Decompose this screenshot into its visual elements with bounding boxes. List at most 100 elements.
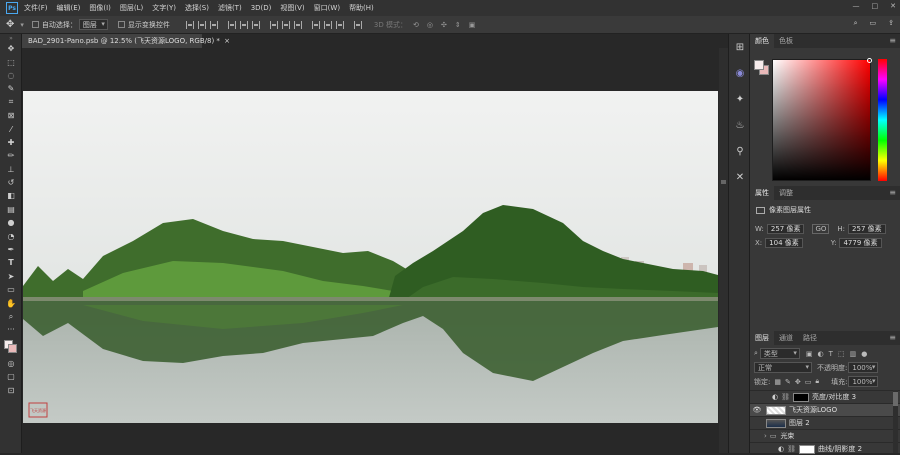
menu-select[interactable]: 选择(S)	[185, 3, 209, 13]
marquee-tool-icon[interactable]: ⬚	[0, 55, 22, 68]
history-brush-tool-icon[interactable]: ↺	[0, 176, 22, 189]
align-top-icon[interactable]	[185, 20, 194, 29]
hand-tool-icon[interactable]: ✋	[0, 296, 22, 309]
layer-row[interactable]: › ▭ 光束	[750, 429, 900, 442]
canvas-vertical-scrollbar[interactable]	[719, 48, 728, 453]
tab-properties[interactable]: 属性	[750, 186, 774, 200]
distribute-bottom-icon[interactable]	[293, 20, 302, 29]
extra-icon[interactable]: ⊡	[0, 383, 22, 396]
color-picker-field[interactable]	[772, 58, 872, 181]
layer-row[interactable]: ◐ ⛓ 曲线/阴影度 2	[750, 442, 900, 455]
crop-tool-icon[interactable]: ⌗	[0, 96, 22, 109]
color-panel-menu-icon[interactable]: ≡	[889, 36, 896, 45]
layer-thumbnail[interactable]	[766, 418, 786, 428]
color-swatch-icon[interactable]	[0, 337, 22, 357]
collapse-toolbox-icon[interactable]: »	[0, 34, 22, 42]
brushes-panel-icon[interactable]: ♨	[729, 112, 751, 138]
foreground-color-swatch[interactable]	[754, 60, 764, 70]
distribute-top-icon[interactable]	[269, 20, 278, 29]
layer-name[interactable]: 亮度/对比度 3	[812, 392, 856, 402]
tab-adjustments[interactable]: 调整	[774, 186, 798, 200]
layer-name[interactable]: 飞天资源LOGO	[789, 405, 837, 415]
filter-smart-icon[interactable]: ▥	[850, 350, 857, 358]
menu-edit[interactable]: 编辑(E)	[57, 3, 81, 13]
distribute-right-icon[interactable]	[335, 20, 344, 29]
pen-tool-icon[interactable]: ✒	[0, 243, 22, 256]
gradient-tool-icon[interactable]: ▤	[0, 203, 22, 216]
eraser-tool-icon[interactable]: ◧	[0, 189, 22, 202]
align-vcenter-icon[interactable]	[197, 20, 206, 29]
y-field[interactable]: 4779 像素	[839, 238, 882, 248]
workspace-icon[interactable]: ▭	[870, 19, 877, 28]
layers-scrollbar[interactable]	[893, 390, 898, 453]
link-dimensions-icon[interactable]: GO	[812, 224, 830, 234]
more-tools-icon[interactable]: ···	[0, 323, 22, 336]
dodge-tool-icon[interactable]: ◔	[0, 229, 22, 242]
menu-layer[interactable]: 图层(L)	[120, 3, 143, 13]
layer-visibility-eye-icon[interactable]: 👁︎	[750, 406, 764, 414]
eyedropper-tool-icon[interactable]: ⁄	[0, 122, 22, 135]
height-field[interactable]: 257 像素	[848, 224, 886, 234]
brush-settings-icon[interactable]: ✦	[729, 86, 751, 112]
search-icon[interactable]: ⌕	[854, 19, 858, 28]
distribute-hcenter-icon[interactable]	[323, 20, 332, 29]
layer-mask-thumbnail[interactable]	[799, 444, 815, 454]
3d-pan-icon[interactable]: ✣	[441, 21, 447, 29]
x-field[interactable]: 104 像素	[765, 238, 803, 248]
lock-position-icon[interactable]: ✥	[795, 378, 801, 386]
menu-3d[interactable]: 3D(D)	[251, 4, 272, 12]
fill-field[interactable]: 100%	[848, 376, 879, 387]
opacity-field[interactable]: 100%	[848, 362, 879, 373]
blur-tool-icon[interactable]: ●	[0, 216, 22, 229]
quick-select-tool-icon[interactable]: ✎	[0, 82, 22, 95]
move-tool-icon[interactable]: ✥	[0, 42, 22, 55]
tab-layers[interactable]: 图层	[750, 331, 774, 345]
lock-artboard-icon[interactable]: ▭	[805, 378, 812, 386]
path-select-tool-icon[interactable]: ➤	[0, 270, 22, 283]
tab-channels[interactable]: 通道	[774, 331, 798, 345]
layers-scrollbar-thumb[interactable]	[893, 392, 898, 406]
layers-panel-menu-icon[interactable]: ≡	[889, 333, 896, 342]
tab-swatches[interactable]: 色板	[774, 34, 798, 48]
navigator-panel-icon[interactable]: ◉	[729, 60, 751, 86]
menu-view[interactable]: 视图(V)	[280, 3, 304, 13]
layer-row[interactable]: 👁︎ 飞天资源LOGO	[750, 403, 900, 416]
lasso-tool-icon[interactable]: ◌	[0, 69, 22, 82]
layer-mask-thumbnail[interactable]	[793, 392, 809, 402]
history-panel-icon[interactable]: ⊞	[729, 34, 751, 60]
3d-scale-icon[interactable]: ▣	[469, 21, 476, 29]
clone-stamp-tool-icon[interactable]: ⊥	[0, 163, 22, 176]
menu-file[interactable]: 文件(F)	[24, 3, 48, 13]
tool-preset-dropdown[interactable]: ▾	[20, 21, 24, 29]
tab-color[interactable]: 颜色	[750, 34, 774, 48]
document-tab[interactable]: BAD_2901-Pano.psb @ 12.5% (飞天资源LOGO, RGB…	[22, 34, 230, 48]
type-tool-icon[interactable]: T	[0, 256, 22, 269]
align-left-icon[interactable]	[227, 20, 236, 29]
auto-align-icon[interactable]	[353, 20, 362, 29]
quick-mask-icon[interactable]: ◎	[0, 357, 22, 370]
healing-brush-tool-icon[interactable]: ✚	[0, 136, 22, 149]
filter-toggle-icon[interactable]: ●	[861, 350, 867, 358]
blend-mode-dropdown[interactable]: 正常	[754, 362, 812, 373]
filter-adjust-icon[interactable]: ◐	[818, 350, 824, 358]
clone-source-icon[interactable]: ⚲	[729, 138, 751, 164]
lock-all-icon[interactable]: 🔒︎	[815, 377, 819, 386]
layer-filter-dropdown[interactable]: 类型	[759, 348, 800, 359]
auto-select-dropdown[interactable]: 图层	[78, 19, 108, 30]
screen-mode-icon[interactable]: ▢	[0, 370, 22, 383]
width-field[interactable]: 257 像素	[766, 224, 805, 234]
3d-orbit-icon[interactable]: ⟲	[413, 21, 419, 29]
maximize-button[interactable]: □	[872, 2, 879, 10]
distribute-vcenter-icon[interactable]	[281, 20, 290, 29]
layer-row[interactable]: 图层 2	[750, 416, 900, 429]
brush-tool-icon[interactable]: ✏	[0, 149, 22, 162]
show-transform-checkbox[interactable]	[117, 21, 125, 28]
zoom-tool-icon[interactable]: ⌕	[0, 310, 22, 323]
menu-help[interactable]: 帮助(H)	[349, 3, 374, 13]
auto-select-checkbox[interactable]	[31, 21, 39, 28]
tab-paths[interactable]: 路径	[798, 331, 822, 345]
minimize-button[interactable]: —	[853, 2, 860, 10]
filter-pixel-icon[interactable]: ▣	[806, 350, 813, 358]
align-hcenter-icon[interactable]	[239, 20, 248, 29]
layer-row[interactable]: ◐ ⛓ 亮度/对比度 3	[750, 390, 900, 403]
